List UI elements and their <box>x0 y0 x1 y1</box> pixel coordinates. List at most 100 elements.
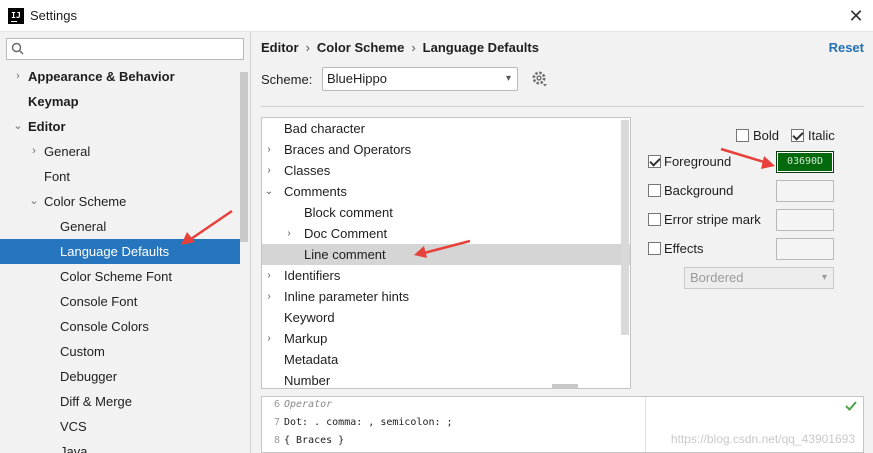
attribute-item[interactable]: Bad character <box>262 118 630 139</box>
breadcrumb-color-scheme: Color Scheme <box>316 40 405 55</box>
check-icon <box>845 401 857 411</box>
sidebar-item[interactable]: Language Defaults <box>0 239 240 264</box>
watermark-text: https://blog.csdn.net/qq_43901693 <box>670 432 855 446</box>
sidebar-item-label: Keymap <box>28 94 79 109</box>
attribute-item-label: Metadata <box>284 352 339 367</box>
bold-label: Bold <box>753 128 780 143</box>
attribute-item[interactable]: › Braces and Operators <box>262 139 630 160</box>
chevron-right-icon[interactable]: › <box>28 139 40 164</box>
breadcrumb-separator: › <box>411 40 416 55</box>
divider <box>261 106 864 107</box>
line-number: 8 <box>273 435 280 446</box>
window-title: Settings <box>30 8 77 23</box>
chevron-right-icon[interactable]: › <box>264 139 274 160</box>
foreground-color-swatch[interactable]: 03690D <box>776 151 834 173</box>
attribute-item[interactable]: Block comment <box>262 202 630 223</box>
sidebar-item[interactable]: Debugger <box>0 364 240 389</box>
sidebar-item[interactable]: › Appearance & Behavior <box>0 64 240 89</box>
sidebar-item[interactable]: General <box>0 214 240 239</box>
sidebar-item-label: General <box>60 219 107 234</box>
sidebar-item-label: Appearance & Behavior <box>28 69 175 84</box>
sidebar-scrollbar[interactable] <box>240 72 248 242</box>
code-preview[interactable]: 6 Operator 7 Dot: . comma: , semicolon: ; … <box>261 396 864 453</box>
reset-link[interactable]: Reset <box>829 40 864 55</box>
title-bar: IJ Settings ✕ <box>0 0 873 32</box>
sidebar-item[interactable]: Color Scheme Font <box>0 264 240 289</box>
sidebar-item[interactable]: › General <box>0 139 240 164</box>
error-stripe-checkbox[interactable] <box>648 213 661 226</box>
sidebar-item[interactable]: Diff & Merge <box>0 389 240 414</box>
chevron-down-icon[interactable]: ⌄ <box>264 181 274 202</box>
attribute-tree-scrollbar[interactable] <box>621 120 629 335</box>
attribute-item[interactable]: › Classes <box>262 160 630 181</box>
breadcrumb: Editor › Color Scheme › Language Defaults <box>261 40 539 55</box>
sidebar-item-label: Diff & Merge <box>60 394 133 409</box>
chevron-down-icon: ▾ <box>505 73 511 84</box>
close-icon[interactable]: ✕ <box>845 5 867 27</box>
attribute-tree: Bad character › Braces and Operators › Class… <box>261 117 631 389</box>
scheme-select[interactable]: BlueHippo ▾ <box>322 67 518 91</box>
attribute-item[interactable]: › Markup <box>262 328 630 349</box>
sidebar-item[interactable]: Font <box>0 164 240 189</box>
italic-checkbox[interactable] <box>791 129 804 142</box>
error-stripe-label: Error stripe mark <box>664 212 761 227</box>
chevron-right-icon[interactable]: › <box>264 286 274 307</box>
attribute-item[interactable]: Metadata <box>262 349 630 370</box>
attribute-item[interactable]: › Identifiers <box>262 265 630 286</box>
attribute-item-label: Line comment <box>304 247 386 262</box>
settings-tree: › Appearance & Behavior Keymap ⌄ Editor › Gene… <box>0 64 240 453</box>
attribute-item-label: Bad character <box>284 121 365 136</box>
chevron-right-icon[interactable]: › <box>12 64 24 89</box>
sidebar-item[interactable]: ⌄ Editor <box>0 114 240 139</box>
effects-type-select[interactable]: Bordered ▾ <box>684 267 834 289</box>
preview-line: 6 Operator <box>262 397 332 414</box>
sidebar-item-label: Font <box>44 169 71 184</box>
settings-sidebar: › Appearance & Behavior Keymap ⌄ Editor › Gene… <box>0 32 251 453</box>
chevron-right-icon[interactable]: › <box>264 265 274 286</box>
breadcrumb-editor: Editor <box>261 40 299 55</box>
sidebar-item[interactable]: VCS <box>0 414 240 439</box>
chevron-right-icon[interactable]: › <box>264 328 274 349</box>
sidebar-item-label: Color Scheme <box>44 194 127 209</box>
attribute-item[interactable]: Line comment <box>262 244 630 265</box>
attribute-item[interactable]: Keyword <box>262 307 630 328</box>
bold-checkbox[interactable] <box>736 129 749 142</box>
sidebar-item-label: Language Defaults <box>60 244 170 259</box>
sidebar-item[interactable]: Java <box>0 439 240 453</box>
attribute-item[interactable]: › Inline parameter hints <box>262 286 630 307</box>
background-color-swatch[interactable] <box>776 180 834 202</box>
attribute-item-label: Classes <box>284 163 331 178</box>
chevron-down-icon[interactable]: ⌄ <box>28 189 40 214</box>
sidebar-item[interactable]: Console Font <box>0 289 240 314</box>
effects-color-swatch[interactable] <box>776 238 834 260</box>
background-checkbox[interactable] <box>648 184 661 197</box>
attribute-item-label: Inline parameter hints <box>284 289 410 304</box>
line-number: 6 <box>273 399 280 410</box>
chevron-right-icon[interactable]: › <box>284 223 294 244</box>
sidebar-item-label: Console Colors <box>60 319 149 334</box>
italic-label: Italic <box>808 128 835 143</box>
chevron-right-icon[interactable]: › <box>264 160 274 181</box>
chevron-down-icon[interactable]: ⌄ <box>12 114 24 139</box>
sidebar-item[interactable]: Console Colors <box>0 314 240 339</box>
sidebar-item[interactable]: Custom <box>0 339 240 364</box>
preview-divider <box>645 397 646 452</box>
attribute-tree-hscrollbar[interactable] <box>552 384 578 388</box>
sidebar-item-label: Custom <box>60 344 105 359</box>
background-label: Background <box>664 183 734 198</box>
attribute-item-label: Doc Comment <box>304 226 388 241</box>
scheme-select-value: BlueHippo <box>327 71 387 86</box>
sidebar-item[interactable]: ⌄ Color Scheme <box>0 189 240 214</box>
sidebar-item-label: Console Font <box>60 294 138 309</box>
effects-checkbox[interactable] <box>648 242 661 255</box>
attribute-item[interactable]: › Doc Comment <box>262 223 630 244</box>
settings-search-input[interactable] <box>6 38 244 60</box>
attribute-item[interactable]: ⌄ Comments <box>262 181 630 202</box>
gear-icon[interactable] <box>531 70 549 88</box>
sidebar-item-label: General <box>44 144 91 159</box>
foreground-checkbox[interactable] <box>648 155 661 168</box>
attribute-item-label: Number <box>284 373 331 388</box>
sidebar-item[interactable]: Keymap <box>0 89 240 114</box>
error-stripe-color-swatch[interactable] <box>776 209 834 231</box>
sidebar-item-label: VCS <box>60 419 87 434</box>
